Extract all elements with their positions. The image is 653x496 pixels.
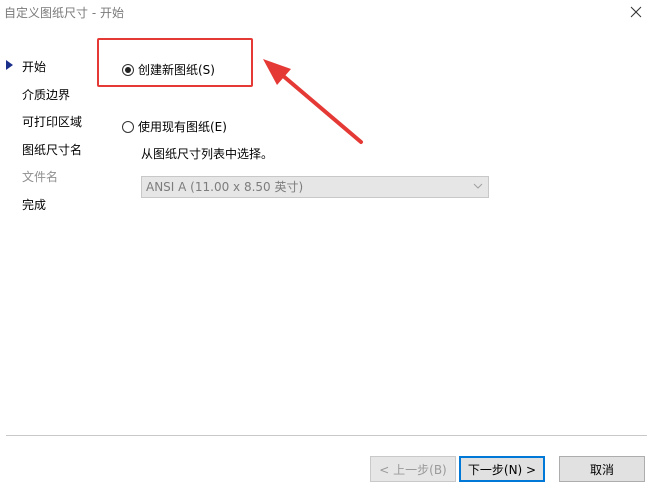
current-step-arrow-icon — [6, 60, 13, 70]
title-bar: 自定义图纸尺寸 - 开始 — [0, 0, 653, 26]
radio-checked-icon — [122, 63, 134, 76]
step-finish: 完成 — [22, 198, 47, 212]
footer-divider — [6, 435, 647, 436]
radio-unchecked-icon — [122, 120, 134, 133]
next-button[interactable]: 下一步(N) > — [459, 456, 545, 482]
create-new-paper-radio[interactable]: 创建新图纸(S) — [122, 61, 215, 78]
paper-size-select[interactable]: ANSI A (11.00 x 8.50 英寸) — [141, 176, 489, 198]
close-icon — [630, 6, 642, 18]
step-file-name: 文件名 — [22, 170, 59, 184]
step-printable-area: 可打印区域 — [22, 115, 83, 129]
create-new-paper-label: 创建新图纸(S) — [138, 63, 215, 77]
chevron-down-icon — [473, 183, 483, 189]
use-existing-paper-radio[interactable]: 使用现有图纸(E) — [122, 118, 227, 135]
step-paper-size-name: 图纸尺寸名 — [22, 143, 83, 157]
window-title: 自定义图纸尺寸 - 开始 — [4, 6, 124, 20]
select-from-list-hint: 从图纸尺寸列表中选择。 — [141, 147, 274, 161]
step-start: 开始 — [22, 60, 47, 74]
cancel-button[interactable]: 取消 — [559, 456, 645, 482]
use-existing-paper-label: 使用现有图纸(E) — [138, 120, 227, 134]
back-button[interactable]: < 上一步(B) — [370, 456, 456, 482]
close-button[interactable] — [625, 2, 647, 22]
paper-size-value: ANSI A (11.00 x 8.50 英寸) — [146, 180, 304, 194]
step-media-bounds: 介质边界 — [22, 88, 71, 102]
annotation-arrow-icon — [263, 59, 363, 144]
